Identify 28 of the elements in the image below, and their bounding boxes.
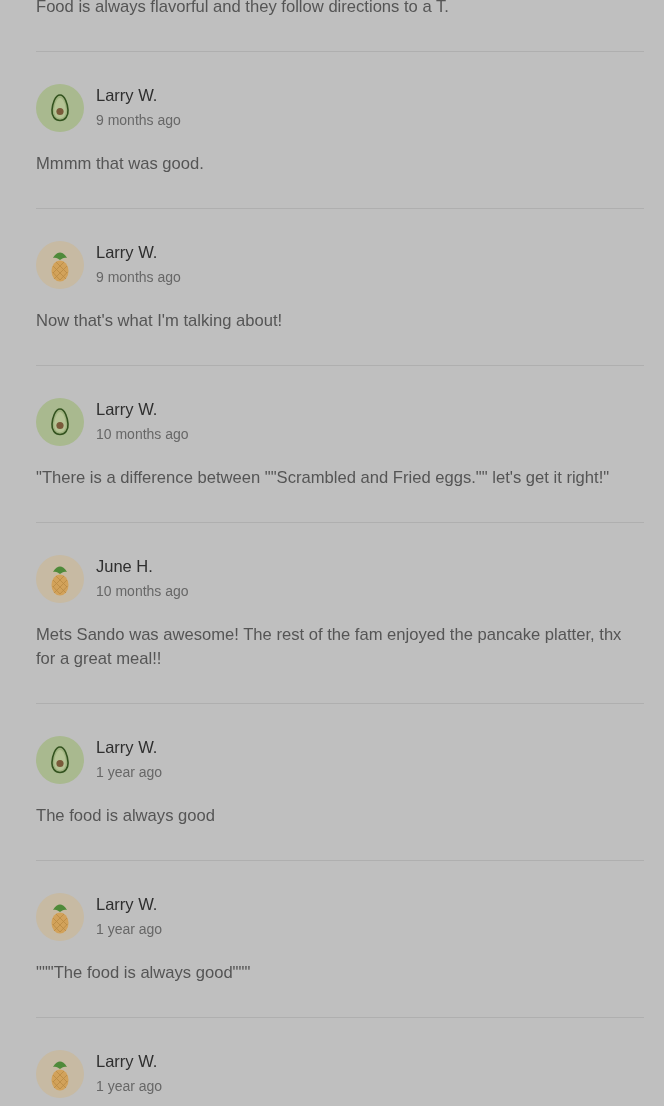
review-text: Now that's what I'm talking about! [36,310,284,332]
avocado-icon [36,84,84,132]
review-text: Mets Sando was awesome! The rest of the fam enjoyed the pancake platter, thx for a great meal!! [36,624,623,670]
reviewer-name: Larry W. [96,242,158,263]
review-time: 1 year ago [96,1077,163,1095]
review-time: 1 year ago [96,763,163,781]
review-text: "There is a difference between ""Scrambled and Fried eggs."" let's get it right!" [36,467,611,489]
pineapple-icon [36,1050,84,1098]
reviewer-name: Larry W. [96,894,158,915]
review-text: Food is always flavorful and they follow directions to a T. [36,0,450,18]
avocado-icon [36,736,84,784]
pineapple-icon [36,241,84,289]
reviewer-name: Larry W. [96,399,158,420]
review-text: """The food is always good""" [36,962,252,984]
review-text: The food is always good [36,805,216,827]
pineapple-icon [36,555,84,603]
review-text: Mmmm that was good. [36,153,205,175]
review-time: 1 year ago [96,920,163,938]
review-time: 10 months ago [96,425,189,443]
pineapple-icon [36,893,84,941]
reviewer-name: Larry W. [96,737,158,758]
review-time: 9 months ago [96,268,181,286]
reviewer-name: Larry W. [96,1051,158,1072]
reviewer-name: Larry W. [96,85,158,106]
review-time: 9 months ago [96,111,181,129]
review-time: 10 months ago [96,582,189,600]
avocado-icon [36,398,84,446]
reviewer-name: June H. [96,556,153,577]
